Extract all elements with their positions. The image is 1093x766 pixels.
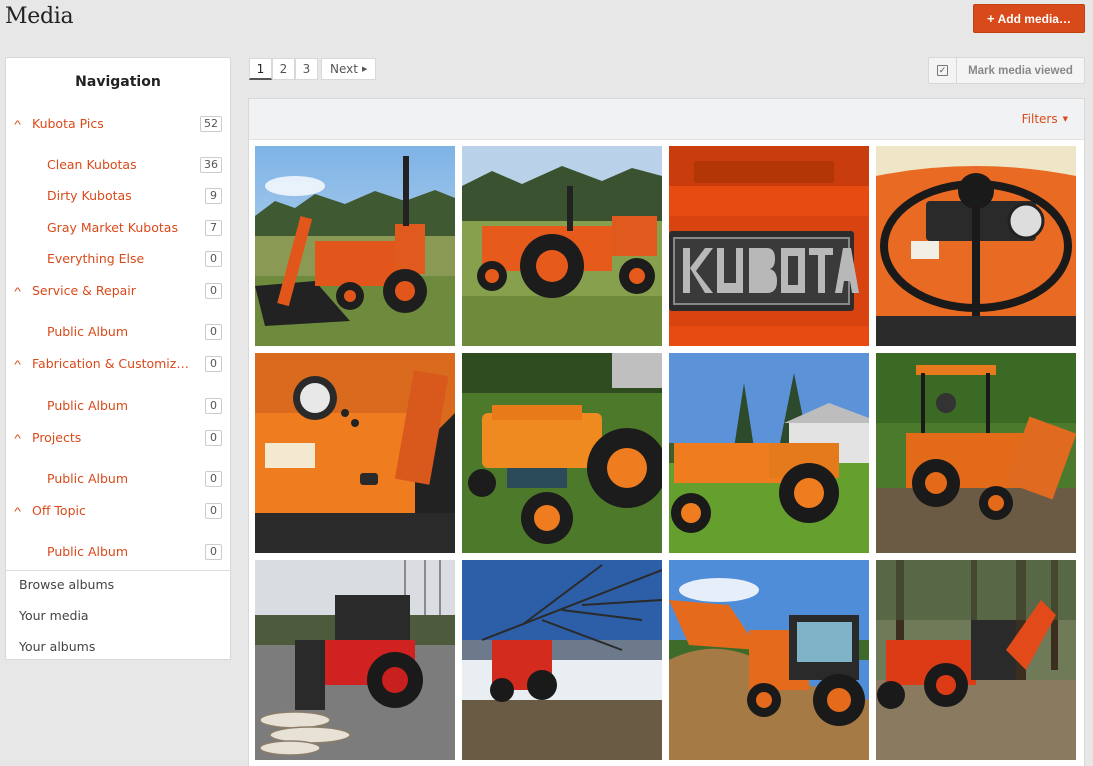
category-projects[interactable]: ^ Projects 0 (6, 427, 230, 453)
media-grid (255, 146, 1076, 760)
canopy-tractor-photo (876, 353, 1076, 553)
media-thumbnail[interactable] (462, 146, 662, 346)
mark-viewed-label: Mark media viewed (968, 64, 1073, 77)
next-label: Next (330, 62, 358, 76)
category-label[interactable]: Off Topic (32, 503, 194, 518)
next-page-button[interactable]: Next ▶ (321, 58, 377, 80)
category-kubota-pics[interactable]: ^ Kubota Pics 52 (6, 113, 230, 139)
backhoe-woods-photo (876, 560, 1076, 760)
tractor-photo-1 (255, 146, 455, 346)
browse-albums-link[interactable]: Browse albums (6, 573, 230, 604)
album-label[interactable]: Public Album (47, 398, 197, 413)
page-link-2[interactable]: 2 (272, 58, 295, 80)
count-badge: 0 (205, 430, 222, 446)
album-label[interactable]: Dirty Kubotas (47, 188, 197, 203)
page-link-1[interactable]: 1 (249, 58, 272, 80)
album-everything-else[interactable]: Everything Else 0 (6, 248, 230, 274)
sidebar-footer-links: Browse albums Your media Your albums (6, 570, 230, 666)
media-thumbnail[interactable] (462, 560, 662, 760)
chevron-up-icon[interactable]: ^ (14, 119, 21, 131)
kubota-badge-photo (669, 146, 869, 346)
ice-tractor-photo (462, 560, 662, 760)
mark-media-viewed-button[interactable]: ✓ Mark media viewed (928, 57, 1085, 84)
dash-side-photo (255, 353, 455, 553)
count-badge: 0 (205, 503, 222, 519)
category-label[interactable]: Projects (32, 430, 194, 445)
category-off-topic[interactable]: ^ Off Topic 0 (6, 500, 230, 526)
album-public[interactable]: Public Album 0 (6, 321, 230, 347)
navigation-sidebar: Navigation ^ Kubota Pics 52 Clean Kubota… (5, 57, 231, 660)
album-label[interactable]: Public Album (47, 324, 197, 339)
count-badge: 0 (205, 356, 222, 372)
page-title: Media (5, 4, 74, 29)
media-thumbnail[interactable] (669, 353, 869, 553)
filters-dropdown[interactable]: Filters ▼ (1022, 112, 1068, 126)
album-public[interactable]: Public Album 0 (6, 395, 230, 421)
category-label[interactable]: Service & Repair (32, 283, 194, 298)
category-label[interactable]: Fabrication & Customiz… (32, 356, 194, 371)
media-thumbnail[interactable] (876, 560, 1076, 760)
loader-dirt-photo (669, 560, 869, 760)
album-public[interactable]: Public Album 0 (6, 468, 230, 494)
dashboard-photo (876, 146, 1076, 346)
album-public[interactable]: Public Album 0 (6, 541, 230, 567)
checkbox-icon: ✓ (929, 58, 957, 83)
sidebar-title: Navigation (75, 74, 161, 90)
album-label[interactable]: Public Album (47, 471, 197, 486)
chevron-up-icon[interactable]: ^ (14, 506, 21, 518)
album-dirty-kubotas[interactable]: Dirty Kubotas 9 (6, 185, 230, 211)
caret-right-icon: ▶ (361, 65, 368, 73)
media-thumbnail[interactable] (669, 146, 869, 346)
plus-icon: + (987, 11, 995, 26)
category-service-repair[interactable]: ^ Service & Repair 0 (6, 280, 230, 306)
media-thumbnail[interactable] (876, 353, 1076, 553)
caret-down-icon: ▼ (1062, 115, 1068, 123)
chevron-up-icon[interactable]: ^ (14, 359, 21, 371)
count-badge: 0 (205, 283, 222, 299)
lawn-tractor-photo (462, 353, 662, 553)
count-badge: 0 (205, 471, 222, 487)
your-albums-link[interactable]: Your albums (6, 635, 230, 666)
chevron-up-icon[interactable]: ^ (14, 286, 21, 298)
count-badge: 52 (200, 116, 222, 132)
chevron-up-icon[interactable]: ^ (14, 433, 21, 445)
add-media-label: Add media… (997, 11, 1071, 26)
media-thumbnail[interactable] (876, 146, 1076, 346)
add-media-button[interactable]: + Add media… (973, 4, 1085, 33)
album-gray-market-kubotas[interactable]: Gray Market Kubotas 7 (6, 217, 230, 243)
media-thumbnail[interactable] (255, 146, 455, 346)
filters-label: Filters (1021, 112, 1058, 126)
media-thumbnail[interactable] (255, 353, 455, 553)
album-clean-kubotas[interactable]: Clean Kubotas 36 (6, 154, 230, 180)
category-label[interactable]: Kubota Pics (32, 116, 194, 131)
media-grid-panel: Filters ▼ (248, 98, 1085, 766)
yard-tractor-photo (669, 353, 869, 553)
count-badge: 0 (205, 251, 222, 267)
count-badge: 0 (205, 544, 222, 560)
tractor-photo-2 (462, 146, 662, 346)
album-label[interactable]: Everything Else (47, 251, 197, 266)
media-thumbnail[interactable] (462, 353, 662, 553)
count-badge: 9 (205, 188, 222, 204)
count-badge: 7 (205, 220, 222, 236)
page-link-3[interactable]: 3 (295, 58, 318, 80)
media-thumbnail[interactable] (255, 560, 455, 760)
your-media-link[interactable]: Your media (6, 604, 230, 635)
album-label[interactable]: Gray Market Kubotas (47, 220, 197, 235)
grapple-tractor-photo (255, 560, 455, 760)
count-badge: 0 (205, 398, 222, 414)
pagination: 1 2 3 Next ▶ (249, 58, 377, 80)
count-badge: 36 (200, 157, 222, 173)
filter-bar: Filters ▼ (249, 99, 1084, 140)
category-fabrication[interactable]: ^ Fabrication & Customiz… 0 (6, 353, 230, 379)
album-label[interactable]: Clean Kubotas (47, 157, 197, 172)
count-badge: 0 (205, 324, 222, 340)
media-thumbnail[interactable] (669, 560, 869, 760)
album-label[interactable]: Public Album (47, 544, 197, 559)
